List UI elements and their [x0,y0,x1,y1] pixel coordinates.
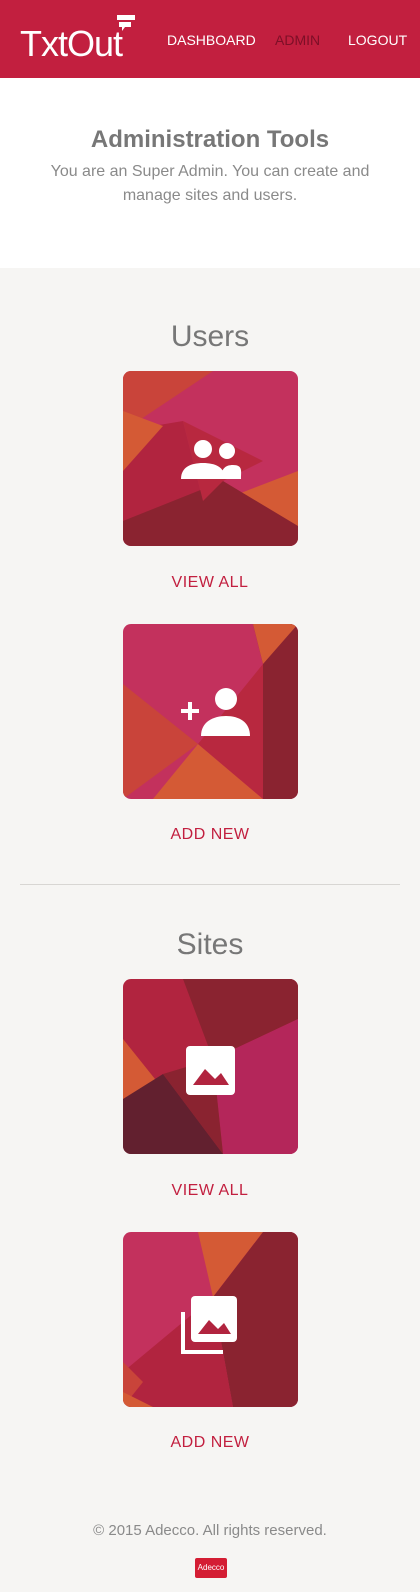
sites-section-title: Sites [176,928,244,961]
add-site-tile-art [123,1232,298,1407]
sites-tile-art [123,979,298,1154]
admin-header: Administration Tools You are an Super Ad… [0,78,420,268]
footer-copyright: © 2015 Adecco. All rights reserved. [93,1522,327,1539]
users-section-title: Users [170,320,250,353]
image-icon [186,1046,235,1095]
logo-flag-icon [117,15,135,31]
users-add-new-tile[interactable] [123,624,298,799]
users-view-all-link[interactable]: VIEW ALL [0,574,420,592]
brand-logo[interactable]: TxtOut [20,24,123,64]
nav-dashboard[interactable]: DASHBOARD [167,32,256,48]
top-navbar: TxtOut DASHBOARD ADMIN LOGOUT [0,0,420,78]
adecco-logo: Adecco [195,1558,227,1578]
sites-view-all-tile[interactable] [123,979,298,1154]
page-title: Administration Tools [90,126,330,153]
page-subtitle: You are an Super Admin. You can create a… [50,163,370,204]
sites-add-new-link[interactable]: ADD NEW [0,1434,420,1452]
sites-add-new-tile[interactable] [123,1232,298,1407]
users-add-new-link[interactable]: ADD NEW [0,826,420,844]
nav-logout[interactable]: LOGOUT [348,32,407,48]
users-view-all-tile[interactable] [123,371,298,546]
users-tile-art [123,371,298,546]
add-user-tile-art [123,624,298,799]
nav-admin[interactable]: ADMIN [275,32,320,48]
sites-view-all-link[interactable]: VIEW ALL [0,1182,420,1200]
section-divider [20,884,400,885]
